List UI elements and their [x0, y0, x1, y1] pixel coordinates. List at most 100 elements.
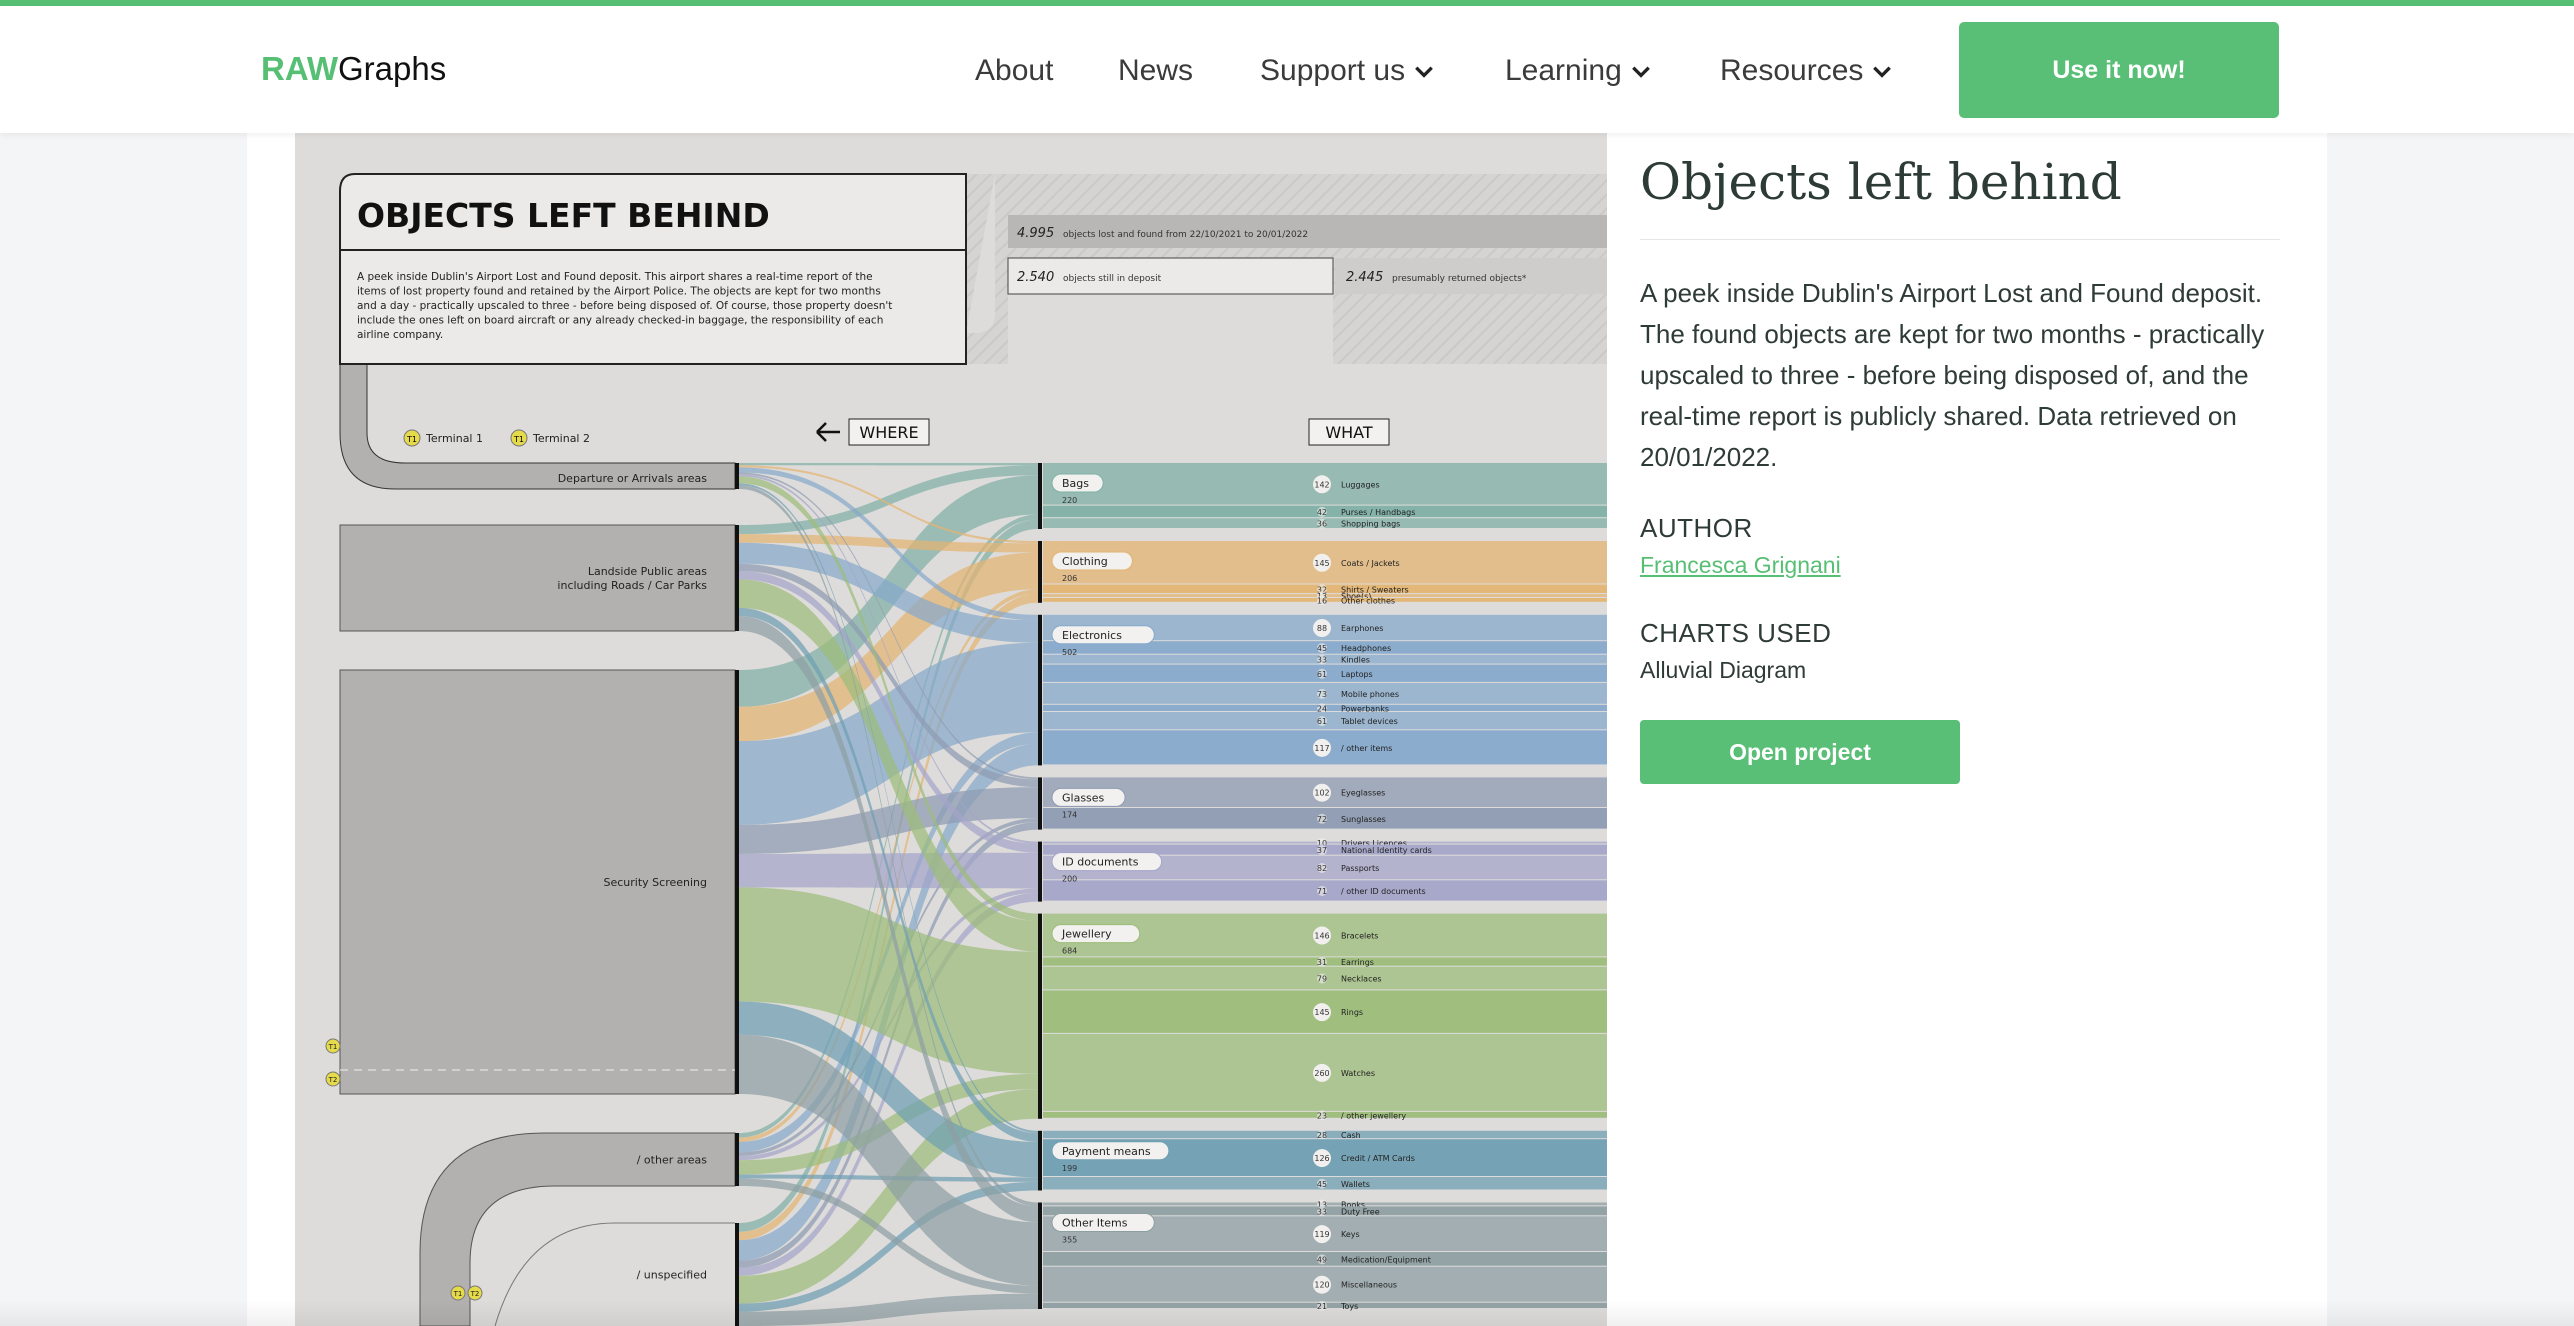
node-bar: [735, 525, 739, 631]
item-value: 31: [1317, 958, 1327, 967]
what-category: 102 Eyeglasses 72 Sunglasses Glasses 174: [1038, 777, 1607, 830]
where-node-label: Landside Public areas: [588, 565, 707, 578]
item-value: 72: [1317, 815, 1327, 824]
item-label: / other items: [1341, 744, 1392, 753]
what-category: 88 Earphones 45 Headphones 33 Kindles 61 Laptop…: [1038, 614, 1607, 766]
item-value: 45: [1317, 644, 1327, 653]
use-it-now-button[interactable]: Use it now!: [1959, 22, 2279, 118]
category-total: 199: [1062, 1164, 1077, 1173]
item-value: 37: [1317, 846, 1327, 855]
item-value: 49: [1317, 1255, 1327, 1264]
poster-intro-line: items of lost property found and retaine…: [357, 286, 881, 298]
returned-text: presumably returned objects*: [1392, 274, 1527, 284]
category-name: Payment means: [1062, 1145, 1151, 1158]
category-bar: [1038, 841, 1042, 902]
poster-title-box: OBJECTS LEFT BEHIND A peek inside Dublin…: [339, 173, 967, 365]
deposit-value: 2.540: [1017, 270, 1054, 285]
item-value: 28: [1317, 1131, 1327, 1140]
logo[interactable]: RAWGraphs: [261, 50, 446, 88]
category-total: 200: [1062, 875, 1077, 884]
item-value: 73: [1317, 690, 1327, 699]
legend-terminal-2: Terminal 2: [532, 432, 590, 445]
category-bar: [1038, 777, 1042, 830]
charts-used-label: CHARTS USED: [1640, 618, 1832, 648]
where-node: Landside Public areasincluding Roads / C…: [339, 524, 739, 632]
category-bar: [1038, 463, 1042, 529]
category-name: Glasses: [1062, 791, 1105, 804]
item-value: 145: [1314, 559, 1329, 568]
item-label: Duty Free: [1341, 1207, 1380, 1216]
poster-title: OBJECTS LEFT BEHIND: [357, 196, 770, 235]
item-value: 102: [1314, 789, 1329, 798]
item-value: 119: [1314, 1230, 1329, 1239]
logo-bold: RAW: [261, 50, 338, 87]
terminal-badge-label: T1: [328, 1043, 338, 1051]
where-node-label: / unspecified: [637, 1269, 707, 1282]
category-bar: [1038, 1130, 1042, 1191]
category-name: Electronics: [1062, 629, 1122, 642]
terminal-badge-label: T2: [470, 1290, 480, 1298]
item-label: Watches: [1341, 1069, 1375, 1078]
item-label: Mobile phones: [1341, 690, 1399, 699]
open-project-button[interactable]: Open project: [1640, 720, 1960, 784]
nav-support-us[interactable]: Support us: [1260, 54, 1435, 88]
item-label: / other ID documents: [1341, 887, 1426, 896]
author-link[interactable]: Francesca Grignani: [1640, 552, 1841, 578]
category-total: 355: [1062, 1236, 1077, 1245]
item-value: 88: [1317, 624, 1327, 633]
project-title: Objects left behind: [1640, 153, 2122, 211]
item-value: 23: [1317, 1111, 1327, 1120]
item-label: Cash: [1341, 1131, 1361, 1140]
what-heading: WHAT: [1308, 418, 1390, 446]
category-name: Bags: [1062, 477, 1089, 490]
nav-label: About: [975, 54, 1054, 87]
item-label: Luggages: [1341, 480, 1380, 489]
logo-rest: Graphs: [338, 50, 447, 87]
item-value: 126: [1314, 1154, 1329, 1163]
item-label: / other jewellery: [1341, 1111, 1406, 1120]
where-label: WHERE: [859, 423, 918, 442]
nav-resources[interactable]: Resources: [1720, 54, 1893, 88]
poster-intro-line: A peek inside Dublin's Airport Lost and …: [357, 271, 873, 283]
nav-label: Learning: [1505, 54, 1622, 87]
item-label: Rings: [1341, 1008, 1363, 1017]
where-node-label: / other areas: [637, 1154, 708, 1167]
flow-band: [739, 463, 1038, 466]
item-label: Necklaces: [1341, 975, 1382, 984]
item-label: Earrings: [1341, 958, 1374, 967]
item-value: 71: [1317, 887, 1327, 896]
item-label: Other clothes: [1341, 596, 1395, 605]
category-name: ID documents: [1062, 856, 1139, 869]
item-value: 145: [1314, 1008, 1329, 1017]
item-label: Purses / Handbags: [1341, 508, 1415, 517]
chart-used: Alluvial Diagram: [1640, 657, 1807, 683]
category-total: 206: [1062, 574, 1077, 583]
what-category: 10 Drivers Licences37 National Identity ca…: [1038, 838, 1607, 902]
chevron-down-icon: [1415, 66, 1433, 78]
terminal-badge: T1: [406, 435, 417, 444]
item-label: Toys: [1340, 1302, 1358, 1311]
category-bar: [1038, 614, 1042, 766]
item-value: 117: [1314, 744, 1329, 753]
item-value: 79: [1317, 975, 1327, 984]
item-label: National Identity cards: [1341, 846, 1432, 855]
total-text: objects lost and found from 22/10/2021 t…: [1063, 230, 1308, 240]
item-label: Kindles: [1341, 656, 1370, 665]
nav-about[interactable]: About: [975, 54, 1053, 88]
item-label: Eyeglasses: [1341, 789, 1385, 798]
project-image[interactable]: OBJECTS LEFT BEHIND A peek inside Dublin…: [295, 133, 1607, 1326]
node-bar: [735, 1133, 739, 1186]
deposit-text: objects still in deposit: [1063, 274, 1162, 284]
item-label: Miscellaneous: [1341, 1281, 1397, 1290]
item-value: 45: [1317, 1180, 1327, 1189]
item-value: 61: [1317, 670, 1327, 679]
item-label: Earphones: [1341, 624, 1383, 633]
nav-learning[interactable]: Learning: [1505, 54, 1652, 88]
item-value: 142: [1314, 480, 1329, 489]
item-value: 61: [1317, 717, 1327, 726]
item-value: 36: [1317, 520, 1327, 529]
where-node: Security Screening: [339, 669, 739, 1095]
total-value: 4.995: [1017, 226, 1054, 241]
nav-news[interactable]: News: [1118, 54, 1193, 88]
returned-value: 2.445: [1346, 270, 1383, 285]
